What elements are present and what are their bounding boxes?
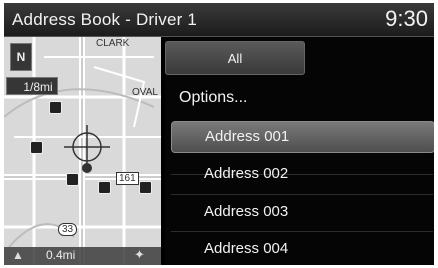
tab-all[interactable]: All (165, 41, 305, 75)
north-up-button[interactable]: N (10, 43, 32, 71)
address-label: Address 004 (204, 240, 289, 257)
route-shield-161: 161 (116, 172, 139, 185)
map-scale-button[interactable]: 1/8mi (6, 77, 58, 95)
title-bar: Address Book - Driver 1 9:30 (4, 3, 434, 37)
address-list-item[interactable]: Address 004 (171, 234, 433, 264)
map-view[interactable]: CLARK OVAL 161 33 N 1/8mi ▲ 0.4mi ✦ (4, 37, 161, 265)
poi-restaurant-icon[interactable] (139, 181, 152, 194)
list-divider (171, 194, 433, 195)
poi-restaurant-icon[interactable] (98, 181, 111, 194)
address-label: Address 003 (204, 203, 289, 220)
address-label: Address 002 (204, 165, 289, 182)
poi-restaurant-icon[interactable] (30, 141, 43, 154)
road-label-clark: CLARK (96, 38, 130, 49)
map-bottom-bar: ▲ 0.4mi ✦ (4, 247, 161, 265)
north-icon: N (16, 50, 26, 64)
clock: 9:30 (385, 6, 428, 31)
map-roads (4, 37, 161, 265)
list-divider (171, 231, 433, 232)
address-list-item[interactable]: Address 001 (171, 121, 434, 153)
page-title: Address Book - Driver 1 (12, 10, 198, 29)
address-list-item[interactable]: Address 003 (171, 197, 433, 227)
address-label: Address 001 (205, 128, 290, 145)
poi-flag-icon[interactable] (49, 101, 62, 114)
bottom-scale-label: 0.4mi (46, 248, 76, 262)
road-label-oval: OVAL (132, 87, 158, 98)
heading-arrow-icon: ▲ (12, 248, 24, 262)
options-link[interactable]: Options... (179, 89, 247, 107)
address-list-panel: All Options... Address 001 Address 002 A… (165, 37, 434, 265)
address-list-item[interactable]: Address 002 (171, 159, 433, 189)
compass-icon: ✦ (134, 247, 145, 262)
route-shield-33: 33 (58, 223, 78, 236)
nav-screen: Address Book - Driver 1 9:30 CLARK OVAL … (4, 3, 434, 265)
poi-restaurant-icon[interactable] (66, 173, 79, 186)
map-scale-label: 1/8mi (23, 80, 53, 94)
